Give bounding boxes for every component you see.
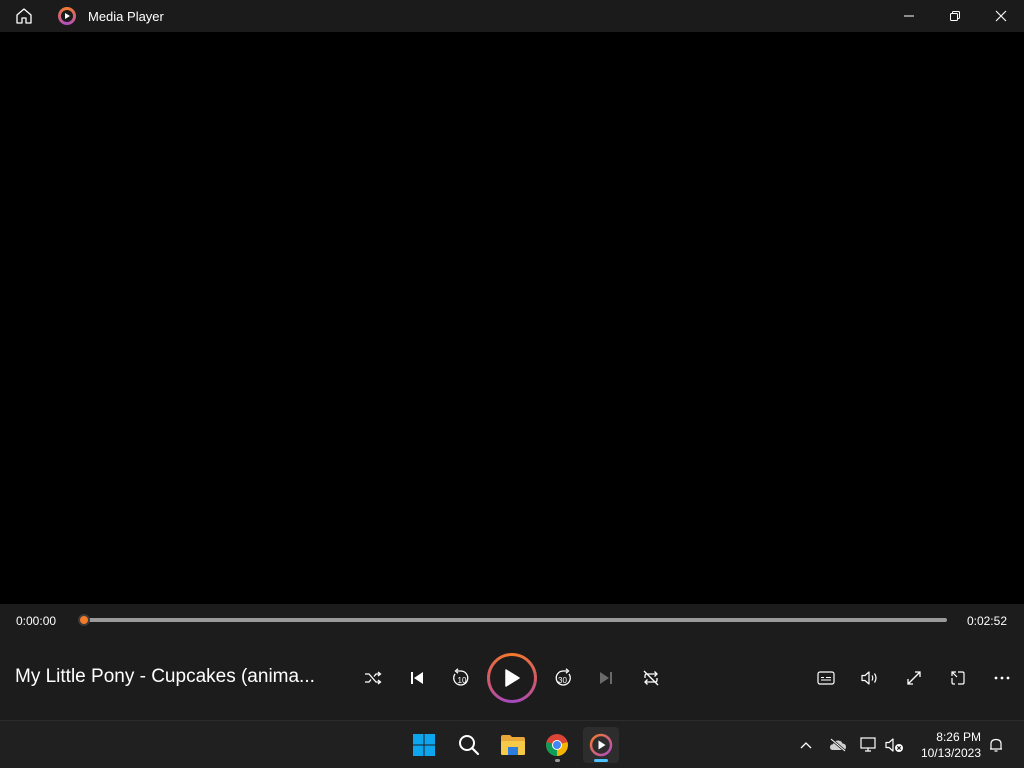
restore-button[interactable] <box>932 0 978 32</box>
start-button[interactable] <box>406 727 442 763</box>
chrome-button[interactable] <box>539 727 575 763</box>
repeat-off-icon <box>643 670 659 686</box>
skip-forward-label: 30 <box>558 676 567 685</box>
mini-player-button[interactable] <box>942 664 974 692</box>
windows-start-icon <box>413 734 435 756</box>
home-icon <box>16 8 32 24</box>
more-options-button[interactable] <box>986 664 1018 692</box>
network-icon <box>860 737 876 752</box>
skip-forward-button[interactable]: 30 <box>547 664 579 692</box>
volume-icon <box>861 671 877 685</box>
seek-bar[interactable] <box>78 614 947 626</box>
media-player-app-icon <box>58 7 76 25</box>
notifications-button[interactable] <box>983 731 1009 759</box>
volume-muted-icon <box>885 738 903 752</box>
captions-button[interactable] <box>810 664 842 692</box>
network-tray[interactable] <box>856 731 882 759</box>
next-button[interactable] <box>590 664 622 692</box>
fullscreen-button[interactable] <box>898 664 930 692</box>
media-title: My Little Pony - Cupcakes (anima... <box>15 666 315 687</box>
file-explorer-icon <box>501 735 525 755</box>
skip-forward-30-icon: 30 <box>555 668 571 686</box>
file-explorer-button[interactable] <box>495 727 531 763</box>
bell-icon <box>990 738 1002 752</box>
close-button[interactable] <box>978 0 1024 32</box>
taskbar-clock[interactable]: 8:26 PM 10/13/2023 <box>921 729 981 761</box>
media-player-taskbar-button[interactable] <box>583 727 619 763</box>
next-icon <box>600 672 612 684</box>
search-icon <box>459 735 480 756</box>
shuffle-icon <box>365 671 382 685</box>
shuffle-button[interactable] <box>357 664 389 692</box>
media-player-icon <box>589 733 613 757</box>
restore-icon <box>950 11 960 21</box>
playback-controls: 0:00:00 0:02:52 My Little Pony - Cupcake… <box>0 604 1024 720</box>
close-icon <box>995 10 1007 22</box>
fullscreen-icon <box>907 671 921 685</box>
current-time: 0:00:00 <box>16 614 57 628</box>
volume-tray[interactable] <box>882 731 908 759</box>
previous-button[interactable] <box>401 664 433 692</box>
skip-back-label: 10 <box>458 676 467 685</box>
onedrive-offline-icon <box>830 738 846 752</box>
video-surface[interactable] <box>0 32 1024 604</box>
clock-date: 10/13/2023 <box>920 746 981 760</box>
mini-player-icon <box>951 671 965 685</box>
show-hidden-icons-button[interactable] <box>793 731 819 759</box>
repeat-button[interactable] <box>635 664 667 692</box>
minimize-icon <box>904 15 914 17</box>
taskbar: 8:26 PM 10/13/2023 <box>0 720 1024 768</box>
clock-time: 8:26 PM <box>936 730 981 744</box>
skip-back-button[interactable]: 10 <box>445 664 477 692</box>
onedrive-tray[interactable] <box>825 731 851 759</box>
minimize-button[interactable] <box>886 0 932 32</box>
play-button[interactable] <box>487 653 537 703</box>
captions-icon <box>817 671 835 685</box>
volume-button[interactable] <box>854 664 886 692</box>
previous-icon <box>411 672 423 684</box>
play-icon <box>505 669 520 687</box>
taskbar-search-button[interactable] <box>451 727 487 763</box>
more-icon <box>994 676 1010 680</box>
chrome-icon <box>546 734 568 756</box>
window-title: Media Player <box>88 9 164 24</box>
skip-back-10-icon: 10 <box>453 668 469 686</box>
home-button[interactable] <box>10 4 38 28</box>
title-bar: Media Player <box>0 0 1024 32</box>
seek-thumb[interactable] <box>78 614 90 626</box>
duration-time: 0:02:52 <box>966 614 1007 628</box>
chevron-up-icon <box>800 742 812 749</box>
